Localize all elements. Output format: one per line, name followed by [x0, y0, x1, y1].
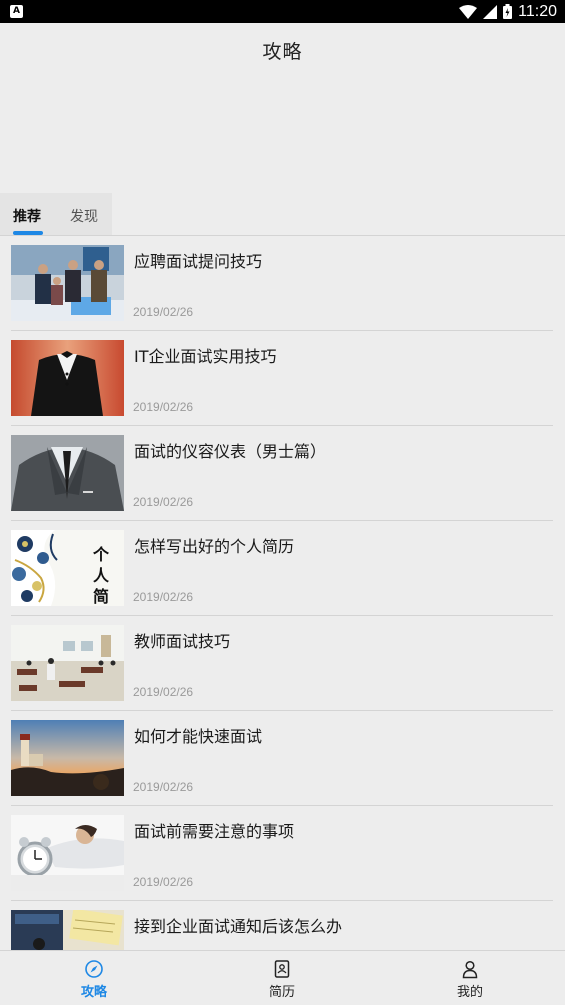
nav-resume[interactable]: 简历: [222, 951, 342, 1005]
tab-bar: 推荐 发现: [0, 193, 565, 236]
article-title: 怎样写出好的个人简历: [134, 537, 295, 556]
nav-label: 简历: [268, 985, 295, 1000]
header: 攻略: [0, 23, 565, 193]
article-thumbnail: 个 人 简: [11, 530, 124, 606]
thumb-char-2: 人: [93, 566, 110, 585]
nav-guide[interactable]: 攻略: [34, 951, 154, 1005]
article-date: 2019/02/26: [133, 305, 194, 319]
list-item[interactable]: IT企业面试实用技巧 2019/02/26: [11, 331, 553, 426]
signal-icon: [483, 4, 498, 19]
person-icon: [462, 960, 478, 979]
article-date: 2019/02/26: [133, 875, 194, 889]
article-thumbnail: [11, 625, 124, 701]
article-thumbnail: [11, 910, 124, 950]
article-thumbnail: [11, 245, 124, 321]
list-item[interactable]: 个 人 简 怎样写出好的个人简历 2019/02/26: [11, 521, 553, 616]
bottom-nav: 攻略 简历 我的: [0, 950, 565, 1005]
article-thumbnail: [11, 340, 124, 416]
active-tab-indicator: [13, 231, 43, 235]
article-date: 2019/02/26: [133, 685, 194, 699]
tab-discover[interactable]: 发现: [70, 206, 98, 226]
article-title: IT企业面试实用技巧: [134, 347, 277, 366]
status-time: 11:20: [518, 2, 557, 20]
nav-label: 攻略: [80, 985, 107, 1000]
compass-icon: [85, 960, 103, 978]
article-thumbnail: [11, 435, 124, 511]
article-list[interactable]: 应聘面试提问技巧 2019/02/26 IT企业面试实用技巧 2019/02/2…: [0, 236, 565, 950]
article-title: 应聘面试提问技巧: [134, 252, 263, 271]
article-date: 2019/02/26: [133, 400, 194, 414]
article-date: 2019/02/26: [133, 590, 194, 604]
list-item[interactable]: 接到企业面试通知后该怎么办: [11, 901, 553, 950]
list-item[interactable]: 如何才能快速面试 2019/02/26: [11, 711, 553, 806]
tab-recommend[interactable]: 推荐: [13, 206, 41, 226]
list-item[interactable]: 面试的仪容仪表（男士篇） 2019/02/26: [11, 426, 553, 521]
article-date: 2019/02/26: [133, 780, 194, 794]
list-item[interactable]: 应聘面试提问技巧 2019/02/26: [11, 236, 553, 331]
resume-icon: [274, 960, 290, 978]
article-title: 接到企业面试通知后该怎么办: [134, 917, 343, 936]
status-icons: 11:20: [459, 0, 557, 23]
nav-label: 我的: [456, 985, 483, 1000]
wifi-icon: [459, 4, 478, 19]
page-title: 攻略: [262, 41, 303, 63]
article-title: 如何才能快速面试: [134, 727, 263, 746]
article-thumbnail: [11, 720, 124, 796]
status-bar: A 11:20: [0, 0, 565, 23]
battery-icon: [503, 4, 513, 19]
app-notification-icon: A: [10, 5, 23, 18]
thumb-char-3: 简: [93, 587, 109, 606]
article-title: 面试前需要注意的事项: [134, 822, 295, 841]
tab-group: 推荐 发现: [0, 193, 112, 235]
article-thumbnail: [11, 815, 124, 891]
list-item[interactable]: 教师面试技巧 2019/02/26: [11, 616, 553, 711]
nav-mine[interactable]: 我的: [410, 951, 530, 1005]
list-item[interactable]: 面试前需要注意的事项 2019/02/26: [11, 806, 553, 901]
article-date: 2019/02/26: [133, 495, 194, 509]
article-title: 教师面试技巧: [134, 632, 231, 651]
thumb-char-1: 个: [92, 545, 110, 564]
article-title: 面试的仪容仪表（男士篇）: [134, 442, 327, 461]
